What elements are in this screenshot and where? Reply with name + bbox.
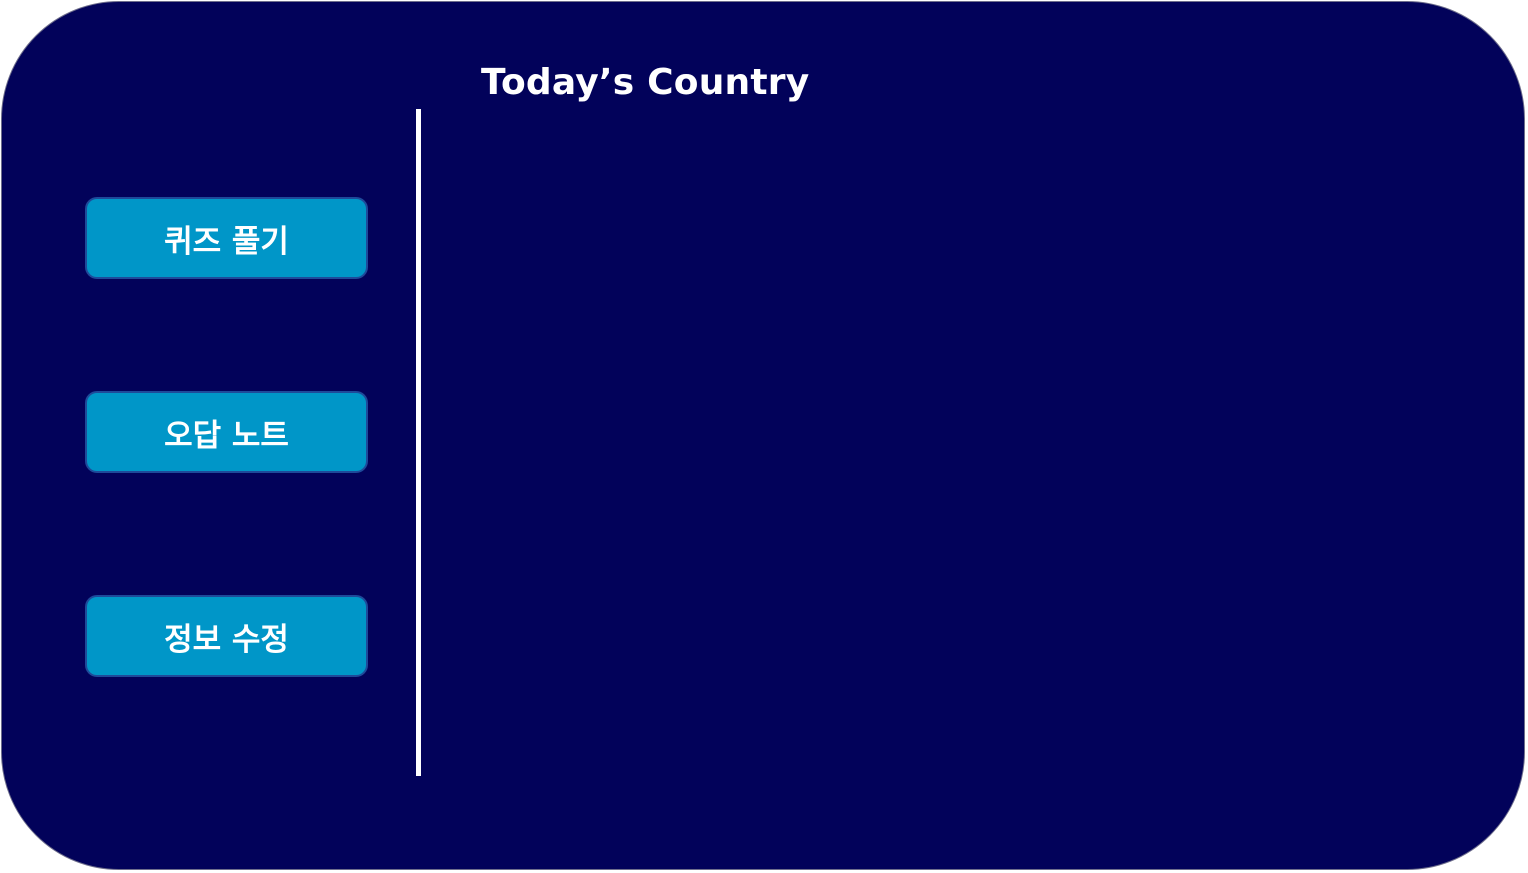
- quiz-button[interactable]: 퀴즈 풀기: [85, 197, 368, 279]
- page-title: Today’s Country: [481, 62, 810, 103]
- wrong-answer-note-button[interactable]: 오답 노트: [85, 391, 368, 473]
- edit-info-button[interactable]: 정보 수정: [85, 595, 368, 677]
- vertical-divider: [416, 109, 421, 776]
- app-window: Today’s Country 퀴즈 풀기 오답 노트 정보 수정: [1, 1, 1525, 870]
